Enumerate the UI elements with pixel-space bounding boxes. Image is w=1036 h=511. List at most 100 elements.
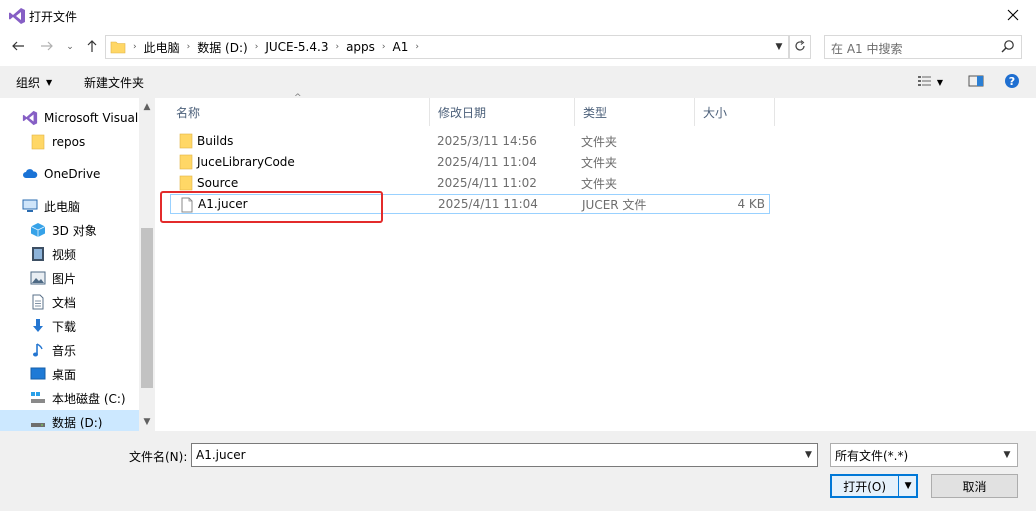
file-row-builds[interactable]: Builds 2025/3/11 14:56 文件夹 <box>170 131 770 151</box>
change-view-button[interactable]: ▼ <box>912 71 948 93</box>
help-icon: ? <box>1004 73 1020 92</box>
filename-input[interactable]: A1.jucer <box>191 443 818 467</box>
sidebar-item-repos[interactable]: repos <box>0 130 140 154</box>
chevron-right-icon[interactable]: › <box>252 42 262 52</box>
caret-down-icon: ▼ <box>904 481 912 491</box>
file-type: 文件夹 <box>581 134 618 149</box>
file-name: Source <box>197 176 239 190</box>
chevron-right-icon[interactable]: › <box>332 42 342 52</box>
caret-down-icon: ▼ <box>936 77 944 87</box>
annotation-highlight-box <box>160 191 383 223</box>
breadcrumb: › 此电脑 › 数据 (D:) › JUCE-5.4.3 › apps › A1… <box>130 35 422 59</box>
organize-button[interactable]: 组织 ▼ <box>10 70 58 94</box>
sidebar-item-label: 数据 (D:) <box>52 415 103 430</box>
sidebar-item-label: 此电脑 <box>44 199 81 214</box>
breadcrumb-juce[interactable]: JUCE-5.4.3 <box>261 40 332 54</box>
cancel-button[interactable]: 取消 <box>931 474 1018 498</box>
sidebar-item-label: 本地磁盘 (C:) <box>52 391 126 406</box>
address-history-dropdown[interactable]: ▼ <box>770 36 788 58</box>
recent-locations-button[interactable]: ⌄ <box>62 37 78 57</box>
column-header-modified[interactable]: 修改日期 <box>430 98 575 126</box>
sidebar-item-label: 视频 <box>52 247 77 262</box>
folder-icon <box>30 134 46 150</box>
file-type-filter-select[interactable]: 所有文件(*.*) <box>830 443 1018 467</box>
svg-text:?: ? <box>1009 75 1015 88</box>
sidebar-item-label: repos <box>52 135 86 149</box>
sidebar-item-music[interactable]: 音乐 <box>0 338 140 362</box>
folder-icon <box>110 39 126 55</box>
close-button[interactable] <box>990 0 1036 32</box>
open-button-label: 打开(O) <box>843 479 887 494</box>
close-icon <box>1007 9 1019 24</box>
chevron-right-icon[interactable]: › <box>412 42 422 52</box>
sidebar-item-onedrive[interactable]: OneDrive <box>0 162 140 186</box>
file-name: JuceLibraryCode <box>197 155 295 169</box>
forward-button[interactable] <box>37 37 57 57</box>
download-icon <box>30 318 46 334</box>
sidebar-item-label: 下载 <box>52 319 77 334</box>
file-row-jucelibrarycode[interactable]: JuceLibraryCode 2025/4/11 11:04 文件夹 <box>170 152 770 172</box>
file-size: 4 KB <box>737 197 765 211</box>
breadcrumb-apps[interactable]: apps <box>342 40 379 54</box>
scroll-down-button[interactable]: ▼ <box>139 415 155 429</box>
new-folder-button[interactable]: 新建文件夹 <box>78 70 150 94</box>
search-icon[interactable] <box>1000 39 1016 55</box>
preview-pane-button[interactable] <box>962 71 990 93</box>
sidebar-item-label: 3D 对象 <box>52 223 97 238</box>
chevron-right-icon[interactable]: › <box>184 42 194 52</box>
open-button[interactable]: 打开(O) ▼ <box>830 474 918 498</box>
folder-icon <box>179 175 195 191</box>
file-modified: 2025/4/11 11:04 <box>437 155 537 169</box>
sidebar-item-visual-studio[interactable]: Microsoft Visual <box>0 106 140 130</box>
up-button[interactable] <box>82 37 102 57</box>
file-type: JUCER 文件 <box>582 197 647 212</box>
sidebar-item-3d-objects[interactable]: 3D 对象 <box>0 218 140 242</box>
search-placeholder: 在 A1 中搜索 <box>831 42 903 56</box>
sidebar-scrollbar-thumb[interactable] <box>141 228 153 388</box>
file-row-source[interactable]: Source 2025/4/11 11:02 文件夹 <box>170 173 770 193</box>
sidebar-item-documents[interactable]: 文档 <box>0 290 140 314</box>
chevron-right-icon[interactable]: › <box>379 42 389 52</box>
sidebar-item-videos[interactable]: 视频 <box>0 242 140 266</box>
caret-down-icon: ▼ <box>46 77 53 87</box>
window-title: 打开文件 <box>29 10 78 24</box>
sidebar-item-desktop[interactable]: 桌面 <box>0 362 140 386</box>
column-header-type[interactable]: 类型 <box>575 98 695 126</box>
navigation-pane: Microsoft Visual repos OneDrive 此电脑 3D 对… <box>0 98 155 431</box>
visual-studio-icon <box>22 110 38 126</box>
preview-pane-icon <box>968 74 984 91</box>
back-button[interactable] <box>8 37 28 57</box>
sidebar-item-downloads[interactable]: 下载 <box>0 314 140 338</box>
column-header-size[interactable]: 大小 <box>695 98 775 126</box>
breadcrumb-a1[interactable]: A1 <box>389 40 413 54</box>
open-options-dropdown[interactable]: ▼ <box>899 481 917 491</box>
breadcrumb-this-pc[interactable]: 此电脑 <box>140 39 184 56</box>
desktop-icon <box>30 366 46 382</box>
chevron-down-icon: ▼ <box>805 450 812 460</box>
visual-studio-icon <box>8 7 26 25</box>
help-button[interactable]: ? <box>999 71 1025 93</box>
cloud-icon <box>22 166 38 182</box>
breadcrumb-drive-d[interactable]: 数据 (D:) <box>193 39 251 56</box>
column-header-name[interactable]: 名称 <box>168 98 430 126</box>
view-list-icon <box>917 74 933 91</box>
chevron-right-icon[interactable]: › <box>130 42 140 52</box>
filename-history-dropdown[interactable]: ▼ <box>800 444 817 466</box>
chevron-down-icon: ▼ <box>143 417 151 427</box>
refresh-button[interactable] <box>789 35 811 59</box>
sidebar-item-pictures[interactable]: 图片 <box>0 266 140 290</box>
file-type: 文件夹 <box>581 176 618 191</box>
computer-icon <box>22 198 38 214</box>
refresh-icon <box>794 39 806 55</box>
scroll-up-button[interactable]: ▲ <box>139 100 155 114</box>
file-name: Builds <box>197 134 234 148</box>
sidebar-item-drive-c[interactable]: 本地磁盘 (C:) <box>0 386 140 410</box>
sidebar-item-drive-d[interactable]: 数据 (D:) <box>0 410 140 431</box>
video-icon <box>30 246 46 262</box>
sidebar-item-label: 桌面 <box>52 367 77 382</box>
arrow-right-icon <box>40 39 54 56</box>
file-type-filter-dropdown[interactable]: ▼ <box>998 444 1016 466</box>
sidebar-item-this-pc[interactable]: 此电脑 <box>0 194 140 218</box>
organize-label: 组织 <box>16 75 41 90</box>
file-modified: 2025/4/11 11:02 <box>437 176 537 190</box>
